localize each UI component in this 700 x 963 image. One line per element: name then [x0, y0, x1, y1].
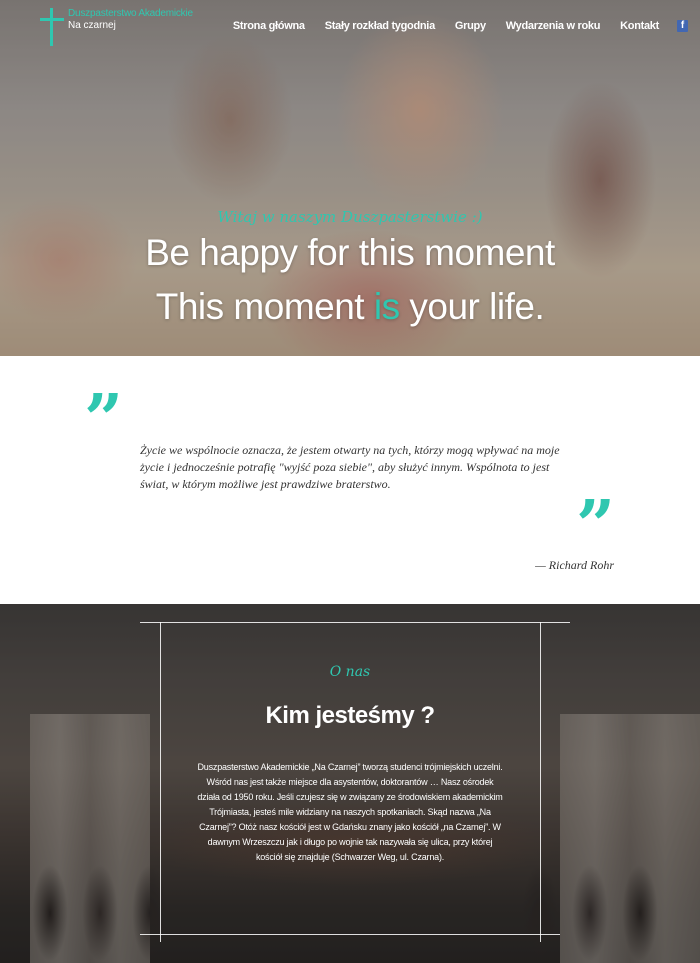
hero-heading-line2: This moment is your life.: [0, 286, 700, 328]
cross-icon: [40, 8, 64, 46]
about-section: O nas Kim jesteśmy ? Duszpasterstwo Akad…: [0, 604, 700, 963]
hero-line2-before: This moment: [155, 286, 374, 327]
brand-text: Duszpasterstwo Akademickie Na czarnej: [68, 8, 193, 32]
nav-item-home[interactable]: Strona główna: [233, 20, 305, 32]
quote-open-icon: ”: [84, 380, 124, 460]
brand-title: Duszpasterstwo Akademickie: [68, 8, 193, 19]
hero-heading-line1: Be happy for this moment: [145, 232, 555, 273]
quote-section: ” Życie we wspólnocie oznacza, że jestem…: [0, 356, 700, 604]
hero-line2-accent: is: [373, 286, 400, 327]
quote-text: Życie we wspólnocie oznacza, że jestem o…: [140, 443, 560, 491]
quote-author: — Richard Rohr: [535, 558, 614, 572]
nav-item-contact[interactable]: Kontakt: [620, 20, 659, 32]
about-title: Kim jesteśmy ?: [265, 702, 435, 729]
background-curtain: [560, 714, 700, 963]
nav-item-events[interactable]: Wydarzenia w roku: [506, 20, 601, 32]
brand-subtitle: Na czarnej: [68, 20, 116, 31]
brand-logo[interactable]: Duszpasterstwo Akademickie Na czarnej: [40, 8, 193, 46]
hero-line2-after: your life.: [399, 286, 545, 327]
frame-line: [140, 934, 560, 935]
quote-close-icon: ”: [576, 486, 616, 566]
facebook-icon[interactable]: f: [677, 20, 688, 32]
frame-line: [140, 622, 570, 623]
hero-welcome: Witaj w naszym Duszpasterstwie :): [217, 208, 483, 226]
main-nav: Strona główna Stały rozkład tygodnia Gru…: [213, 20, 688, 32]
nav-item-groups[interactable]: Grupy: [455, 20, 486, 32]
hero-section: Duszpasterstwo Akademickie Na czarnej St…: [0, 0, 700, 356]
background-curtain: [30, 714, 150, 963]
nav-item-weekly-schedule[interactable]: Stały rozkład tygodnia: [325, 20, 435, 32]
about-kicker: O nas: [329, 664, 371, 680]
about-text: Duszpasterstwo Akademickie „Na Czarnej” …: [197, 762, 503, 862]
